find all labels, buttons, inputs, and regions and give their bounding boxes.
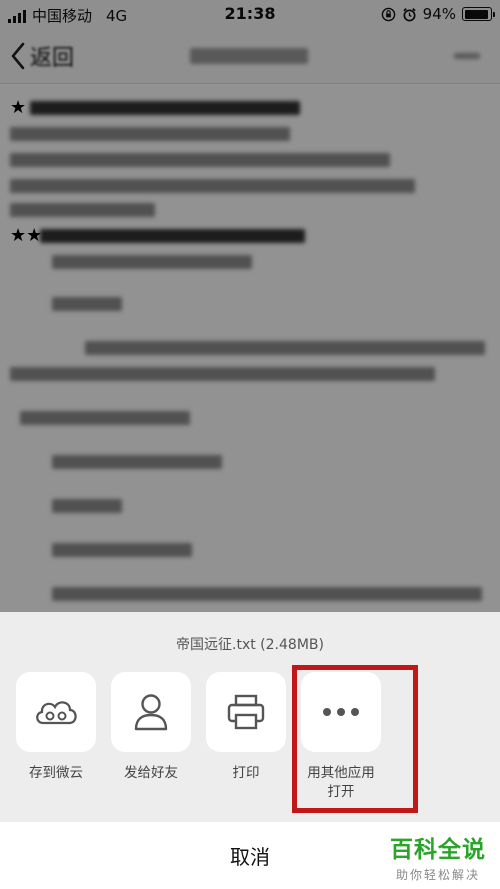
highlight-box [292,665,418,813]
watermark-subtitle: 助你轻松解决 [395,868,480,882]
share-label: 存到微云 [29,765,83,781]
watermark: 百科全说 助你轻松解决 [390,830,486,883]
share-icon-tile [111,672,191,752]
share-icon-tile [206,672,286,752]
dim-overlay[interactable] [0,0,500,612]
printer-icon [227,694,265,730]
person-icon [134,694,168,731]
file-name: 帝国远征.txt (2.48MB) [176,637,324,653]
share-label: 打印 [232,765,260,781]
send-to-friend-button[interactable]: 发给好友 [110,672,192,783]
share-sheet: 帝国远征.txt (2.48MB) 存到微云 发给好友 打印 用其他应用 打开 [0,612,500,822]
share-icon-tile [16,672,96,752]
share-label: 发给好友 [124,765,178,781]
watermark-title: 百科全说 [390,837,486,863]
cloud-icon [36,701,77,725]
print-button[interactable]: 打印 [205,672,287,783]
save-to-weiyun-button[interactable]: 存到微云 [15,672,97,783]
